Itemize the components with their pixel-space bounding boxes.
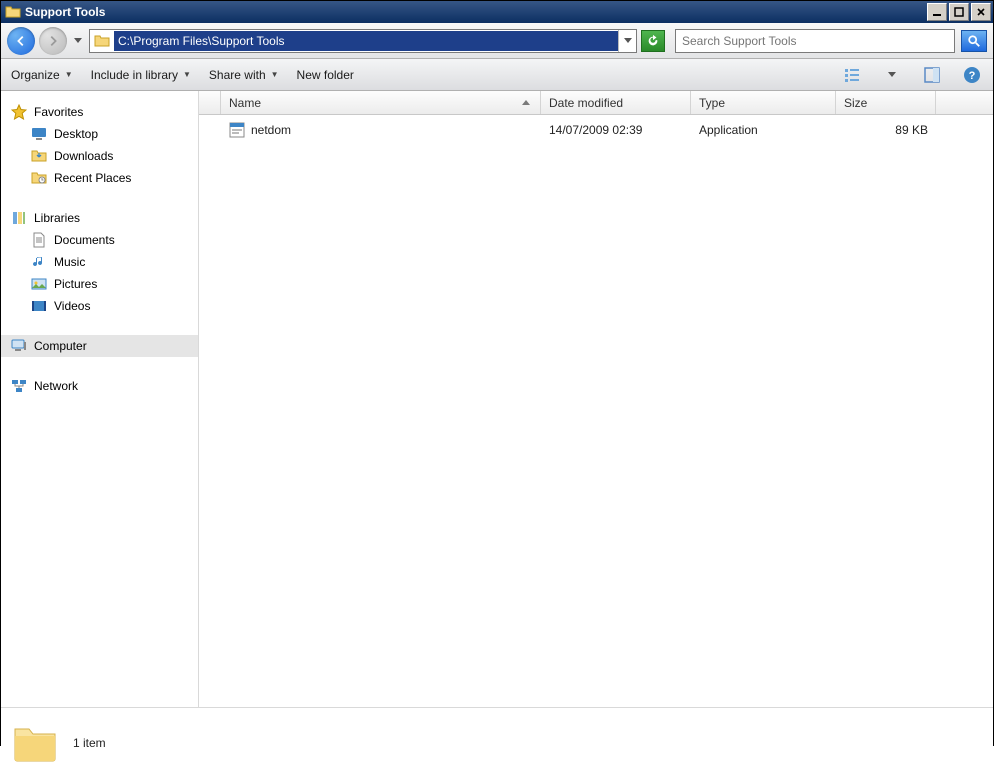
file-name: netdom (251, 123, 291, 137)
sidebar-item-recent-places[interactable]: Recent Places (1, 167, 198, 189)
favorites-label: Favorites (34, 105, 83, 119)
search-box (675, 29, 955, 53)
refresh-button[interactable] (641, 30, 665, 52)
network-icon (11, 378, 27, 394)
application-icon (229, 122, 245, 138)
folder-icon (11, 719, 59, 767)
videos-icon (31, 298, 47, 314)
file-view: Name Date modified Type Size netdom 14/0… (199, 91, 993, 707)
sidebar-item-computer[interactable]: Computer (1, 335, 198, 357)
column-header-type[interactable]: Type (691, 91, 836, 114)
organize-label: Organize (11, 68, 60, 82)
documents-icon (31, 232, 47, 248)
share-with-menu[interactable]: Share with▼ (209, 68, 279, 82)
column-label: Name (229, 96, 261, 110)
view-options-button[interactable] (841, 64, 863, 86)
column-filler (936, 91, 993, 114)
sidebar-item-label: Network (34, 379, 78, 393)
downloads-icon (31, 148, 47, 164)
preview-pane-button[interactable] (921, 64, 943, 86)
star-icon (11, 104, 27, 120)
file-modified: 14/07/2009 02:39 (549, 123, 642, 137)
sidebar-item-documents[interactable]: Documents (1, 229, 198, 251)
include-in-library-menu[interactable]: Include in library▼ (91, 68, 191, 82)
column-header-modified[interactable]: Date modified (541, 91, 691, 114)
computer-group: Computer (1, 335, 198, 357)
maximize-button[interactable] (949, 3, 969, 21)
folder-icon (5, 4, 21, 20)
newfolder-label: New folder (297, 68, 354, 82)
sidebar-item-label: Videos (54, 299, 90, 313)
pictures-icon (31, 276, 47, 292)
desktop-icon (31, 126, 47, 142)
sidebar-item-label: Music (54, 255, 85, 269)
main-area: Favorites Desktop Downloads Recent Place… (1, 91, 993, 707)
back-button[interactable] (7, 27, 35, 55)
forward-button[interactable] (39, 27, 67, 55)
music-icon (31, 254, 47, 270)
column-gutter (199, 91, 221, 114)
libraries-group: Libraries Documents Music Pictures Video… (1, 207, 198, 317)
view-dropdown-button[interactable] (881, 64, 903, 86)
folder-icon (94, 33, 110, 49)
svg-text:?: ? (969, 70, 976, 82)
navigation-bar (1, 23, 993, 59)
favorites-group: Favorites Desktop Downloads Recent Place… (1, 101, 198, 189)
favorites-header[interactable]: Favorites (1, 101, 198, 123)
column-label: Type (699, 96, 725, 110)
details-pane: 1 item (1, 707, 993, 777)
libraries-icon (11, 210, 27, 226)
search-input[interactable] (676, 31, 954, 51)
libraries-header[interactable]: Libraries (1, 207, 198, 229)
sidebar-item-label: Pictures (54, 277, 97, 291)
address-input[interactable] (114, 31, 618, 51)
sidebar-item-label: Downloads (54, 149, 113, 163)
include-label: Include in library (91, 68, 178, 82)
sidebar-item-label: Documents (54, 233, 115, 247)
file-type: Application (699, 123, 758, 137)
window-title: Support Tools (25, 5, 925, 19)
column-header-name[interactable]: Name (221, 91, 541, 114)
sidebar-item-label: Recent Places (54, 171, 131, 185)
network-group: Network (1, 375, 198, 397)
column-label: Size (844, 96, 867, 110)
sidebar-item-network[interactable]: Network (1, 375, 198, 397)
file-list[interactable]: netdom 14/07/2009 02:39 Application 89 K… (199, 115, 993, 707)
organize-menu[interactable]: Organize▼ (11, 68, 73, 82)
column-header-size[interactable]: Size (836, 91, 936, 114)
file-size: 89 KB (895, 123, 928, 137)
search-button[interactable] (961, 30, 987, 52)
title-bar: Support Tools (1, 1, 993, 23)
address-dropdown-button[interactable] (618, 30, 636, 52)
share-label: Share with (209, 68, 266, 82)
minimize-button[interactable] (927, 3, 947, 21)
sidebar-item-videos[interactable]: Videos (1, 295, 198, 317)
command-bar: Organize▼ Include in library▼ Share with… (1, 59, 993, 91)
status-item-count: 1 item (73, 736, 106, 750)
sidebar-item-downloads[interactable]: Downloads (1, 145, 198, 167)
sidebar-item-music[interactable]: Music (1, 251, 198, 273)
address-bar (89, 29, 637, 53)
sidebar-item-label: Desktop (54, 127, 98, 141)
close-button[interactable] (971, 3, 991, 21)
computer-icon (11, 338, 27, 354)
sidebar-item-pictures[interactable]: Pictures (1, 273, 198, 295)
help-button[interactable]: ? (961, 64, 983, 86)
column-label: Date modified (549, 96, 623, 110)
new-folder-button[interactable]: New folder (297, 68, 354, 82)
recent-locations-button[interactable] (71, 27, 85, 55)
navigation-pane: Favorites Desktop Downloads Recent Place… (1, 91, 199, 707)
file-row[interactable]: netdom 14/07/2009 02:39 Application 89 K… (199, 115, 993, 137)
libraries-label: Libraries (34, 211, 80, 225)
column-header-row: Name Date modified Type Size (199, 91, 993, 115)
recent-places-icon (31, 170, 47, 186)
sidebar-item-label: Computer (34, 339, 87, 353)
sidebar-item-desktop[interactable]: Desktop (1, 123, 198, 145)
window-controls (925, 3, 991, 21)
